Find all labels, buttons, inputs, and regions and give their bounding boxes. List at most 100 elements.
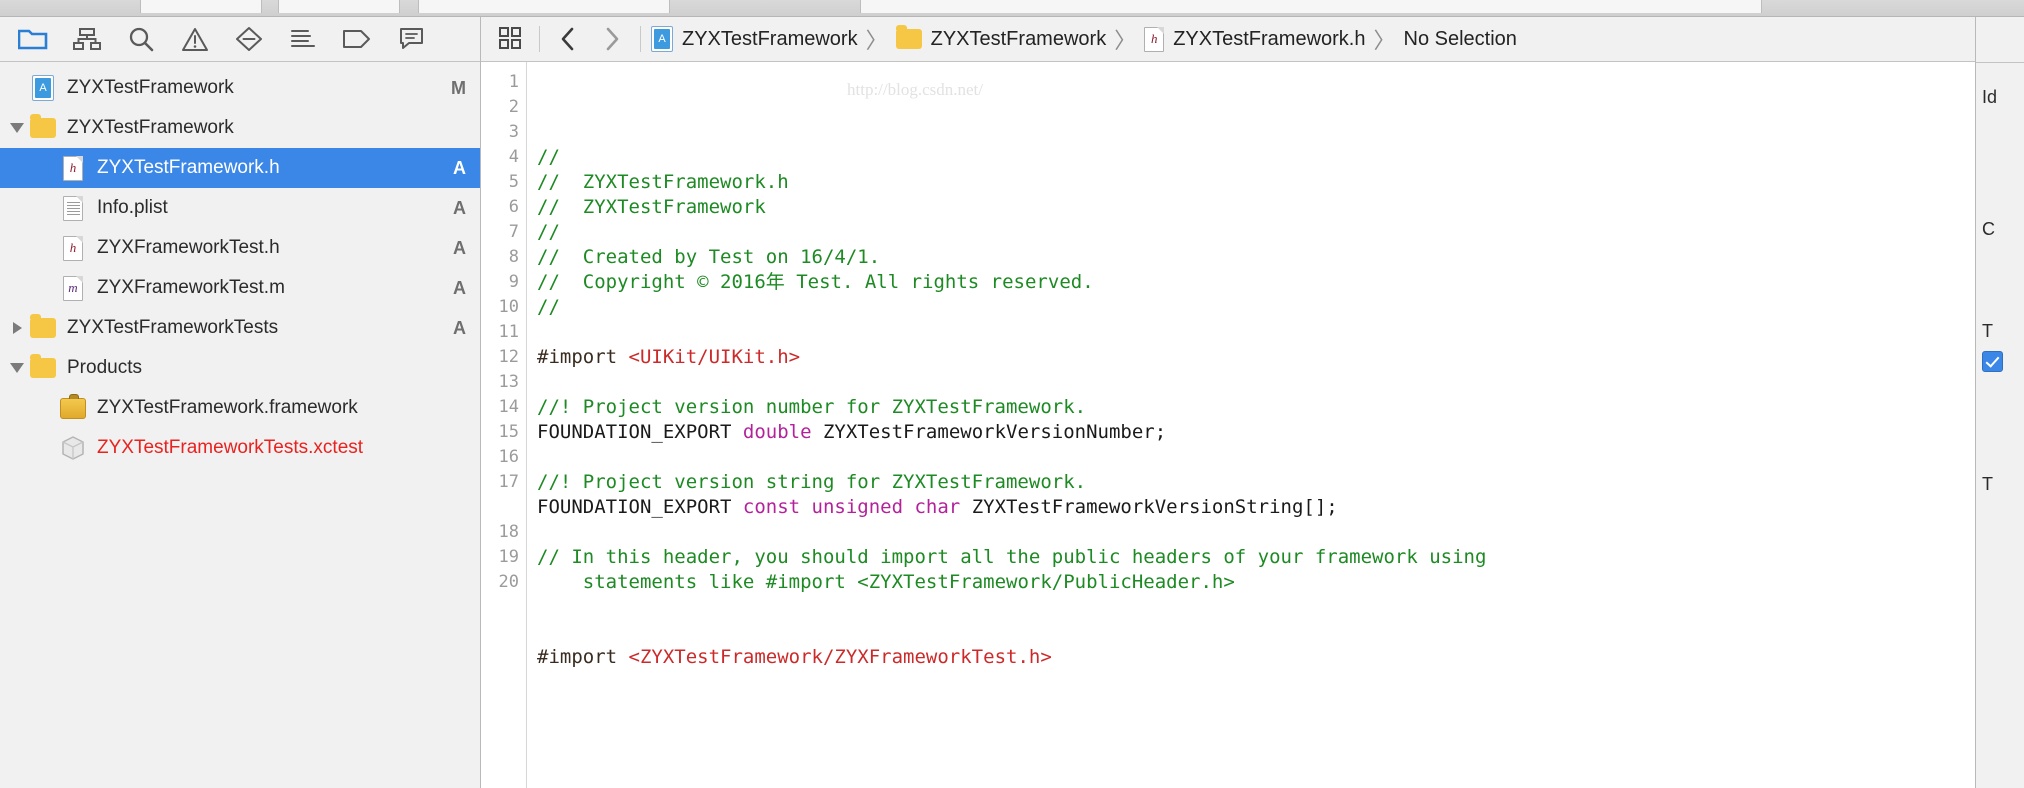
code-token-cmt: // ZYXTestFramework.h — [537, 171, 789, 193]
disclosure-triangle-open-icon[interactable] — [6, 363, 28, 373]
code-line[interactable]: // — [537, 145, 1975, 170]
breadcrumb-item-project[interactable]: A ZYXTestFramework — [647, 26, 862, 52]
code-line[interactable] — [537, 520, 1975, 545]
chrome-tab-2[interactable] — [278, 0, 400, 13]
navigator-row[interactable]: ZYXTestFrameworkTests.xctest — [0, 428, 480, 468]
inspector-fragment-bottom: T — [1982, 474, 1993, 494]
code-token-plain: FOUNDATION_EXPORT — [537, 421, 743, 443]
code-token-cmt: // — [537, 296, 560, 318]
code-line[interactable]: // — [537, 220, 1975, 245]
navigator-row-label: ZYXTestFramework.framework — [97, 397, 358, 418]
main-content-row: A ZYXTestFramework M ZYXTestFramework h ZYXTe… — [0, 17, 2024, 788]
navigator-row[interactable]: ZYXTestFrameworkTests A — [0, 308, 480, 348]
code-token-plain: FOUNDATION_EXPORT — [537, 496, 743, 518]
tag-icon[interactable] — [330, 19, 384, 59]
line-number: 4 — [508, 147, 519, 167]
chrome-tab-4[interactable] — [860, 0, 1762, 13]
search-icon[interactable] — [114, 19, 168, 59]
breadcrumb-item-group[interactable]: ZYXTestFramework — [892, 25, 1111, 51]
code-line[interactable]: //! Project version number for ZYXTestFr… — [537, 395, 1975, 420]
window-chrome-strip — [0, 0, 2024, 17]
code-token-pp: #import — [537, 346, 629, 368]
code-line[interactable]: //! Project version string for ZYXTestFr… — [537, 470, 1975, 495]
breadcrumb-item-selection[interactable]: No Selection — [1400, 28, 1521, 51]
line-number: 14 — [498, 397, 519, 417]
code-line[interactable]: // ZYXTestFramework — [537, 195, 1975, 220]
code-line[interactable] — [537, 620, 1975, 645]
code-line[interactable]: #import <ZYXTestFramework/ZYXFrameworkTe… — [537, 645, 1975, 670]
navigator-row-label: ZYXTestFramework — [67, 117, 234, 138]
disclosure-triangle-closed-icon[interactable] — [6, 322, 28, 334]
code-line[interactable]: // — [537, 295, 1975, 320]
code-token-cmt: // Copyright © 2016年 Test. All rights re… — [537, 271, 1094, 293]
navigator-row[interactable]: h ZYXTestFramework.h A — [0, 148, 480, 188]
code-line[interactable]: // Created by Test on 16/4/1. — [537, 245, 1975, 270]
scm-status-badge: A — [453, 237, 466, 258]
inspector-fragment-text: T — [1982, 321, 1993, 341]
code-line[interactable]: FOUNDATION_EXPORT double ZYXTestFramewor… — [537, 420, 1975, 445]
line-number: 10 — [498, 297, 519, 317]
chrome-tab-3[interactable] — [418, 0, 670, 13]
header-file-icon: h — [63, 155, 83, 181]
line-number: 20 — [498, 572, 519, 592]
navigate-forward-button[interactable] — [590, 19, 634, 59]
row-icon-wrap — [28, 354, 58, 378]
debug-list-icon[interactable] — [276, 19, 330, 59]
navigator-row[interactable]: m ZYXFrameworkTest.m A — [0, 268, 480, 308]
code-token-cmt: // — [537, 146, 560, 168]
scm-status-badge: A — [453, 317, 466, 338]
navigate-back-button[interactable] — [546, 19, 590, 59]
code-token-str: <UIKit/UIKit.h> — [628, 346, 801, 368]
line-number: 9 — [508, 272, 519, 292]
source-code-text[interactable]: http://blog.csdn.net/ // // ZYXTestFramew… — [527, 62, 1975, 788]
folder-icon[interactable] — [6, 19, 60, 59]
code-line[interactable]: FOUNDATION_EXPORT const unsigned char ZY… — [537, 495, 1975, 520]
code-line[interactable]: // Copyright © 2016年 Test. All rights re… — [537, 270, 1975, 295]
test-diamond-icon[interactable] — [222, 19, 276, 59]
breadcrumb-chevron-icon: 〉 — [1373, 28, 1396, 53]
code-line[interactable]: // In this header, you should import all… — [537, 545, 1975, 595]
line-number: 2 — [508, 97, 519, 117]
xctest-cube-icon — [61, 435, 85, 461]
code-token-cmt: //! Project version string for ZYXTestFr… — [537, 471, 1087, 493]
xcode-window: A ZYXTestFramework M ZYXTestFramework h ZYXTe… — [0, 0, 2024, 788]
code-line[interactable] — [537, 445, 1975, 470]
code-line[interactable]: #import <UIKit/UIKit.h> — [537, 345, 1975, 370]
report-bubble-icon[interactable] — [384, 19, 438, 59]
line-number: 15 — [498, 422, 519, 442]
navigator-row-label: ZYXTestFramework.h — [97, 157, 280, 178]
inspector-toolbar — [1976, 17, 2024, 63]
navigator-row[interactable]: A ZYXTestFramework M — [0, 68, 480, 108]
code-line[interactable] — [537, 595, 1975, 620]
code-line[interactable]: // ZYXTestFramework.h — [537, 170, 1975, 195]
navigator-row[interactable]: h ZYXFrameworkTest.h A — [0, 228, 480, 268]
navigator-row[interactable]: Info.plist A — [0, 188, 480, 228]
code-line[interactable] — [537, 320, 1975, 345]
line-number: 5 — [508, 172, 519, 192]
line-number: 16 — [498, 447, 519, 467]
scm-status-badge: A — [453, 197, 466, 218]
source-editor[interactable]: 1 2 3 4 5 6 7 8 9 10 11 12 13 14 15 16 17 18 19 20 http://b… — [481, 62, 1975, 788]
code-token-str: <ZYXTestFramework/ZYXFrameworkTest.h> — [628, 646, 1052, 668]
hierarchy-icon[interactable] — [60, 19, 114, 59]
code-token-pp: #import — [537, 646, 629, 668]
navigator-file-tree[interactable]: A ZYXTestFramework M ZYXTestFramework h ZYXTe… — [0, 62, 480, 788]
inspector-gap-2 — [1982, 249, 2024, 311]
line-number: 13 — [498, 372, 519, 392]
navigator-row[interactable]: ZYXTestFramework — [0, 108, 480, 148]
warning-triangle-icon[interactable] — [168, 19, 222, 59]
navigator-row[interactable]: ZYXTestFramework.framework — [0, 388, 480, 428]
navigator-row-label: ZYXTestFrameworkTests — [67, 317, 279, 338]
navigator-row-label: ZYXFrameworkTest.m — [97, 277, 285, 298]
navigator-toolbar — [0, 17, 480, 62]
breadcrumb-item-file[interactable]: h ZYXTestFramework.h — [1140, 26, 1369, 52]
related-items-icon[interactable] — [489, 19, 533, 59]
inspector-checkbox[interactable] — [1982, 351, 2003, 372]
row-icon-wrap — [28, 314, 58, 338]
code-token-cmt: // ZYXTestFramework — [537, 196, 766, 218]
code-token-cmt: // Created by Test on 16/4/1. — [537, 246, 881, 268]
chrome-tab-1[interactable] — [140, 0, 262, 13]
navigator-row[interactable]: Products — [0, 348, 480, 388]
code-line[interactable] — [537, 370, 1975, 395]
disclosure-triangle-open-icon[interactable] — [6, 123, 28, 133]
